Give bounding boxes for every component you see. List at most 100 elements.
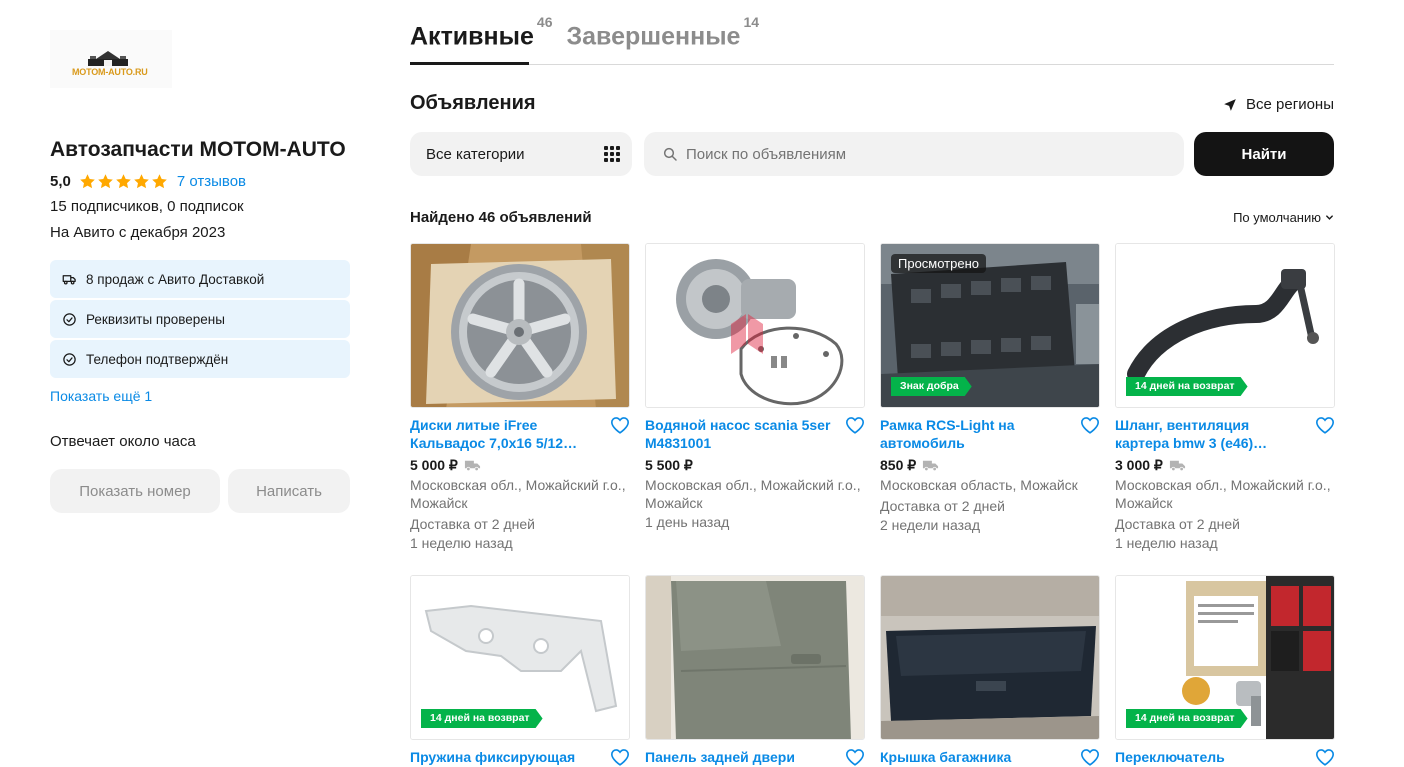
- listing-image[interactable]: [880, 575, 1100, 740]
- region-selector[interactable]: Все регионы: [1223, 96, 1334, 113]
- show-phone-button[interactable]: Показать номер: [50, 469, 220, 513]
- listing-title[interactable]: Панель задней двери: [645, 748, 835, 767]
- viewed-badge: Просмотрено: [891, 254, 987, 273]
- listing-card[interactable]: 14 дней на возврат Шланг, вентиляция кар…: [1115, 243, 1335, 552]
- truck-icon: [464, 460, 480, 471]
- logo-house-icon: [88, 51, 128, 66]
- tab-active-listings[interactable]: Активные46: [410, 14, 552, 51]
- location-arrow-icon: [1224, 98, 1236, 111]
- listing-image[interactable]: 14 дней на возврат: [1115, 243, 1335, 408]
- section-title: Объявления: [410, 92, 536, 114]
- rating-value: 5,0: [50, 172, 71, 190]
- listing-location: Московская обл., Можайский г.о., Можайск: [645, 477, 861, 511]
- heart-icon[interactable]: [845, 748, 865, 766]
- tabs-divider: [410, 64, 1334, 65]
- listing-card[interactable]: 14 дней на возврат Переключатель: [1115, 575, 1335, 767]
- results-count: Найдено 46 объявлений: [410, 209, 592, 226]
- heart-icon[interactable]: [610, 748, 630, 766]
- listing-title[interactable]: Шланг, вентиляция картера bmw 3 (e46)…: [1115, 416, 1305, 452]
- listing-image[interactable]: [410, 243, 630, 408]
- listing-delivery: Доставка от 2 дней: [1115, 516, 1240, 532]
- trunk-lid-image: [881, 576, 1099, 739]
- listing-image[interactable]: 14 дней на возврат: [1115, 575, 1335, 740]
- search-box[interactable]: [644, 132, 1184, 176]
- heart-icon[interactable]: [1080, 416, 1100, 434]
- star-icon: [134, 173, 149, 188]
- listing-location: Московская область, Можайск: [880, 477, 1078, 493]
- category-select[interactable]: Все категории: [410, 132, 632, 176]
- seller-name[interactable]: Автозапчасти MOTOM-AUTO: [50, 138, 346, 162]
- star-icon: [80, 173, 95, 188]
- listing-image[interactable]: 14 дней на возврат: [410, 575, 630, 740]
- listing-date: 2 недели назад: [880, 517, 980, 533]
- listing-title[interactable]: Диски литые iFree Кальвадос 7,0x16 5/12…: [410, 416, 600, 452]
- search-input[interactable]: [686, 145, 1166, 163]
- listing-price: 3 000 ₽: [1115, 456, 1163, 473]
- listing-card[interactable]: 14 дней на возврат Пружина фиксирующая: [410, 575, 630, 767]
- listing-card[interactable]: Диски литые iFree Кальвадос 7,0x16 5/12……: [410, 243, 630, 552]
- listing-date: 1 неделю назад: [1115, 535, 1218, 551]
- door-panel-image: [646, 576, 864, 739]
- heart-icon[interactable]: [610, 416, 630, 434]
- active-tab-indicator: [410, 62, 529, 65]
- listing-title[interactable]: Водяной насос scania 5ser M4831001: [645, 416, 835, 452]
- listing-image[interactable]: [645, 575, 865, 740]
- listing-card[interactable]: Просмотрено Знак добра Рамка RCS-Light н…: [880, 243, 1100, 534]
- sort-label: По умолчанию: [1233, 210, 1321, 225]
- listing-delivery: Доставка от 2 дней: [410, 516, 535, 532]
- water-pump-image: [646, 244, 864, 407]
- listing-image[interactable]: Просмотрено Знак добра: [880, 243, 1100, 408]
- badge-label: Реквизиты проверены: [86, 311, 225, 327]
- region-label: Все регионы: [1246, 96, 1334, 113]
- listing-tabs: Активные46 Завершенные14: [410, 14, 773, 51]
- listing-card[interactable]: Водяной насос scania 5ser M4831001 5 500…: [645, 243, 865, 531]
- sort-dropdown[interactable]: По умолчанию: [1233, 210, 1334, 225]
- listing-location: Московская обл., Можайский г.о., Можайск: [1115, 477, 1331, 511]
- heart-icon[interactable]: [1080, 748, 1100, 766]
- listing-image[interactable]: [645, 243, 865, 408]
- badge-requisites-verified: Реквизиты проверены: [50, 300, 350, 338]
- listing-title[interactable]: Пружина фиксирующая: [410, 748, 600, 767]
- badge-phone-verified: Телефон подтверждён: [50, 340, 350, 378]
- listing-location: Московская обл., Можайский г.о., Можайск: [410, 477, 626, 511]
- response-time: Отвечает около часа: [50, 433, 196, 450]
- grid-icon: [604, 146, 620, 162]
- truck-icon: [923, 460, 939, 471]
- tab-count: 46: [536, 14, 553, 30]
- search-icon: [663, 147, 677, 161]
- main-content: Активные46 Завершенные14 Объявления Все …: [410, 0, 1335, 767]
- reviews-link[interactable]: 7 отзывов: [177, 173, 246, 190]
- tab-completed-listings[interactable]: Завершенные14: [566, 14, 759, 51]
- star-icon: [98, 173, 113, 188]
- chevron-down-icon: [1326, 215, 1333, 220]
- tab-label: Завершенные: [566, 22, 741, 51]
- badge-label: 8 продаж с Авито Доставкой: [86, 271, 265, 287]
- listing-title[interactable]: Рамка RCS-Light на автомобиль: [880, 416, 1070, 452]
- seller-logo[interactable]: MOTOM-AUTO.RU: [50, 30, 172, 88]
- write-message-button[interactable]: Написать: [228, 469, 350, 513]
- category-select-label: Все категории: [426, 145, 525, 163]
- star-icon: [116, 173, 131, 188]
- wheel-image: [411, 244, 629, 407]
- heart-icon[interactable]: [1315, 416, 1335, 434]
- tab-label: Активные: [410, 22, 534, 51]
- heart-icon[interactable]: [1315, 748, 1335, 766]
- return-policy-badge: 14 дней на возврат: [421, 709, 543, 728]
- subscribers-info[interactable]: 15 подписчиков, 0 подписок: [50, 198, 244, 215]
- listing-card[interactable]: Крышка багажника: [880, 575, 1100, 767]
- member-since: На Авито с декабря 2023: [50, 224, 226, 241]
- show-more-link[interactable]: Показать ещё 1: [50, 388, 152, 404]
- rating-stars: [79, 173, 169, 190]
- listing-card[interactable]: Панель задней двери: [645, 575, 865, 767]
- listing-date: 1 день назад: [645, 514, 730, 530]
- listing-title[interactable]: Переключатель: [1115, 748, 1305, 767]
- good-sign-badge: Знак добра: [891, 377, 972, 396]
- find-button[interactable]: Найти: [1194, 132, 1334, 176]
- listing-price: 850 ₽: [880, 456, 917, 473]
- logo-text: MOTOM-AUTO.RU: [72, 67, 148, 77]
- listing-title[interactable]: Крышка багажника: [880, 748, 1070, 767]
- truck-icon: [1169, 460, 1185, 471]
- badge-avito-delivery: 8 продаж с Авито Доставкой: [50, 260, 350, 298]
- star-icon: [152, 173, 167, 188]
- heart-icon[interactable]: [845, 416, 865, 434]
